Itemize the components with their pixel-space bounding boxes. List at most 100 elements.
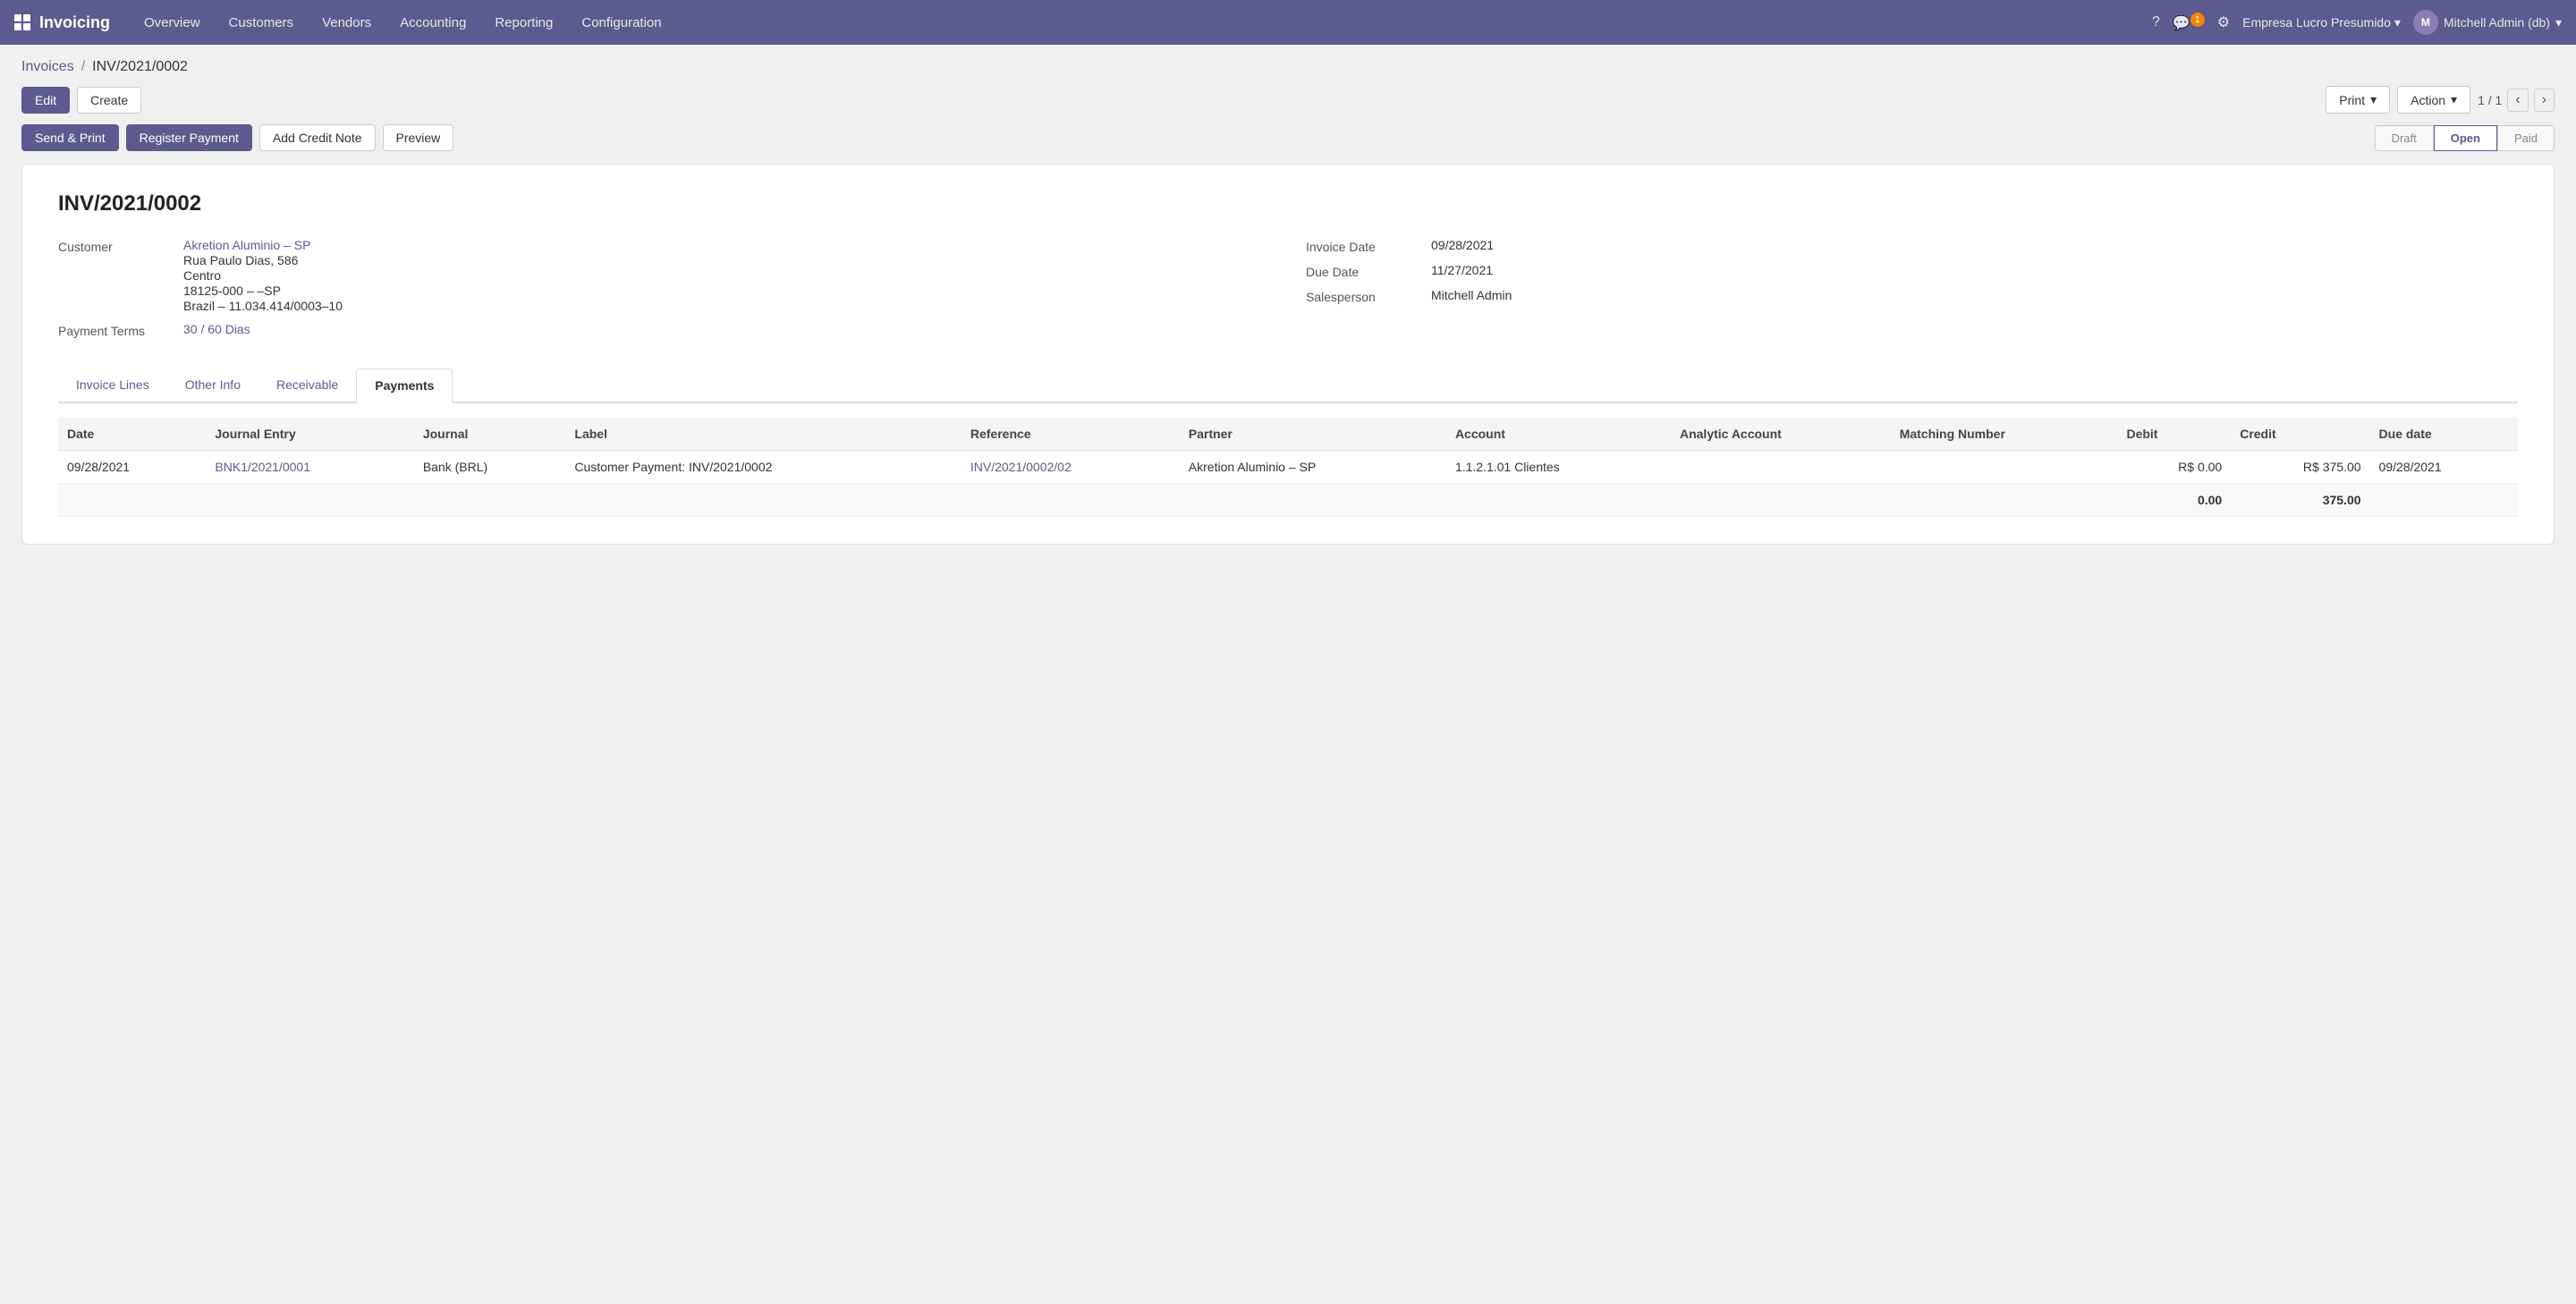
settings-icon[interactable]: ⚙ — [2217, 13, 2230, 31]
topnav: Invoicing Overview Customers Vendors Acc… — [0, 0, 2576, 45]
invoice-date-label: Invoice Date — [1306, 238, 1431, 254]
user-menu[interactable]: M Mitchell Admin (db) ▾ — [2413, 10, 2562, 35]
col-credit: Credit — [2231, 418, 2369, 451]
total-debit: 0.00 — [2117, 484, 2231, 517]
pagination: 1 / 1 ‹ › — [2478, 89, 2555, 112]
print-label: Print — [2339, 93, 2365, 107]
topnav-menu: Overview Customers Vendors Accounting Re… — [131, 10, 2152, 36]
salesperson-value[interactable]: Mitchell Admin — [1431, 288, 1512, 302]
invoice-header: Customer Akretion Aluminio – SP Rua Paul… — [58, 238, 2518, 347]
tab-receivable[interactable]: Receivable — [258, 368, 356, 403]
payment-terms-field: Payment Terms 30 / 60 Dias — [58, 322, 1270, 338]
row-due-date: 09/28/2021 — [2370, 451, 2518, 484]
reference-link[interactable]: INV/2021/0002/02 — [970, 460, 1072, 474]
status-states: Draft Open Paid — [2375, 125, 2555, 151]
nav-overview[interactable]: Overview — [131, 10, 213, 36]
col-date: Date — [58, 418, 206, 451]
state-open[interactable]: Open — [2434, 125, 2497, 151]
row-debit: R$ 0.00 — [2117, 451, 2231, 484]
due-date-value: 11/27/2021 — [1431, 263, 1493, 277]
tab-other-info[interactable]: Other Info — [167, 368, 258, 403]
nav-accounting[interactable]: Accounting — [387, 10, 479, 36]
pagination-prev[interactable]: ‹ — [2507, 89, 2528, 112]
invoice-left-fields: Customer Akretion Aluminio – SP Rua Paul… — [58, 238, 1270, 347]
invoice-card: INV/2021/0002 Customer Akretion Aluminio… — [21, 164, 2555, 545]
payments-table: Date Journal Entry Journal Label Referen… — [58, 418, 2518, 517]
salesperson-label: Salesperson — [1306, 288, 1431, 304]
col-account: Account — [1446, 418, 1671, 451]
toolbar: Edit Create Print ▾ Action ▾ 1 / 1 ‹ › — [21, 86, 2555, 114]
totals-spacer — [58, 484, 2117, 517]
row-date: 09/28/2021 — [58, 451, 206, 484]
breadcrumb-invoices[interactable]: Invoices — [21, 59, 74, 75]
tabs: Invoice Lines Other Info Receivable Paym… — [58, 368, 2518, 403]
customer-field: Customer Akretion Aluminio – SP Rua Paul… — [58, 238, 1270, 313]
state-draft[interactable]: Draft — [2375, 125, 2434, 151]
avatar: M — [2413, 10, 2438, 35]
grid-icon — [14, 14, 30, 30]
col-analytic-account: Analytic Account — [1671, 418, 1891, 451]
send-print-button[interactable]: Send & Print — [21, 124, 119, 151]
customer-name[interactable]: Akretion Aluminio – SP — [183, 238, 343, 252]
app-logo[interactable]: Invoicing — [14, 13, 110, 32]
print-button[interactable]: Print ▾ — [2326, 86, 2390, 114]
row-matching-number — [1891, 451, 2118, 484]
customer-address: Akretion Aluminio – SP Rua Paulo Dias, 5… — [183, 238, 343, 313]
action-dropdown-icon: ▾ — [2451, 92, 2457, 107]
create-button[interactable]: Create — [77, 87, 141, 114]
toolbar-right: Print ▾ Action ▾ 1 / 1 ‹ › — [2326, 86, 2555, 114]
row-journal-entry: BNK1/2021/0001 — [206, 451, 413, 484]
invoice-right-fields: Invoice Date 09/28/2021 Due Date 11/27/2… — [1306, 238, 2518, 347]
totals-row: 0.00 375.00 — [58, 484, 2518, 517]
row-partner: Akretion Aluminio – SP — [1180, 451, 1446, 484]
action-button[interactable]: Action ▾ — [2397, 86, 2470, 114]
salesperson-field: Salesperson Mitchell Admin — [1306, 288, 2518, 304]
row-journal: Bank (BRL) — [414, 451, 566, 484]
breadcrumb: Invoices / INV/2021/0002 — [21, 59, 2555, 75]
state-paid[interactable]: Paid — [2497, 125, 2555, 151]
status-bar: Send & Print Register Payment Add Credit… — [21, 124, 2555, 151]
totals-due-spacer — [2370, 484, 2518, 517]
nav-reporting[interactable]: Reporting — [482, 10, 565, 36]
app-name: Invoicing — [39, 13, 110, 32]
company-dropdown-icon: ▾ — [2394, 15, 2401, 30]
col-reference: Reference — [962, 418, 1180, 451]
invoice-number: INV/2021/0002 — [58, 191, 2518, 216]
col-due-date: Due date — [2370, 418, 2518, 451]
print-dropdown-icon: ▾ — [2370, 92, 2377, 107]
chat-badge: 1 — [2190, 13, 2205, 27]
nav-customers[interactable]: Customers — [216, 10, 307, 36]
col-journal-entry: Journal Entry — [206, 418, 413, 451]
tab-invoice-lines[interactable]: Invoice Lines — [58, 368, 167, 403]
add-credit-note-button[interactable]: Add Credit Note — [259, 124, 376, 151]
preview-button[interactable]: Preview — [383, 124, 454, 151]
row-analytic-account — [1671, 451, 1891, 484]
journal-entry-link[interactable]: BNK1/2021/0001 — [215, 460, 310, 474]
breadcrumb-separator: / — [81, 59, 85, 75]
pagination-text: 1 / 1 — [2478, 93, 2502, 107]
row-account: 1.1.2.1.01 Clientes — [1446, 451, 1671, 484]
row-reference: INV/2021/0002/02 — [962, 451, 1180, 484]
payment-terms-link[interactable]: 30 / 60 Dias — [183, 322, 250, 336]
pagination-next[interactable]: › — [2534, 89, 2555, 112]
edit-button[interactable]: Edit — [21, 87, 70, 114]
customer-value: Akretion Aluminio – SP Rua Paulo Dias, 5… — [183, 238, 343, 313]
chat-icon[interactable]: 💬1 — [2173, 13, 2205, 32]
total-credit: 375.00 — [2231, 484, 2369, 517]
row-label: Customer Payment: INV/2021/0002 — [565, 451, 961, 484]
action-label: Action — [2411, 93, 2445, 107]
help-icon[interactable]: ? — [2152, 14, 2160, 30]
company-selector[interactable]: Empresa Lucro Presumido ▾ — [2242, 15, 2401, 30]
user-name: Mitchell Admin (db) — [2444, 15, 2550, 30]
customer-address-line1: Rua Paulo Dias, 586 — [183, 253, 343, 267]
tab-payments[interactable]: Payments — [356, 368, 453, 403]
nav-configuration[interactable]: Configuration — [569, 10, 674, 36]
nav-vendors[interactable]: Vendors — [309, 10, 384, 36]
table-row: 09/28/2021 BNK1/2021/0001 Bank (BRL) Cus… — [58, 451, 2518, 484]
col-journal: Journal — [414, 418, 566, 451]
customer-address-line2: Centro — [183, 268, 343, 283]
customer-label: Customer — [58, 238, 183, 254]
register-payment-button[interactable]: Register Payment — [126, 124, 252, 151]
row-credit: R$ 375.00 — [2231, 451, 2369, 484]
topnav-right: ? 💬1 ⚙ Empresa Lucro Presumido ▾ M Mitch… — [2152, 10, 2562, 35]
